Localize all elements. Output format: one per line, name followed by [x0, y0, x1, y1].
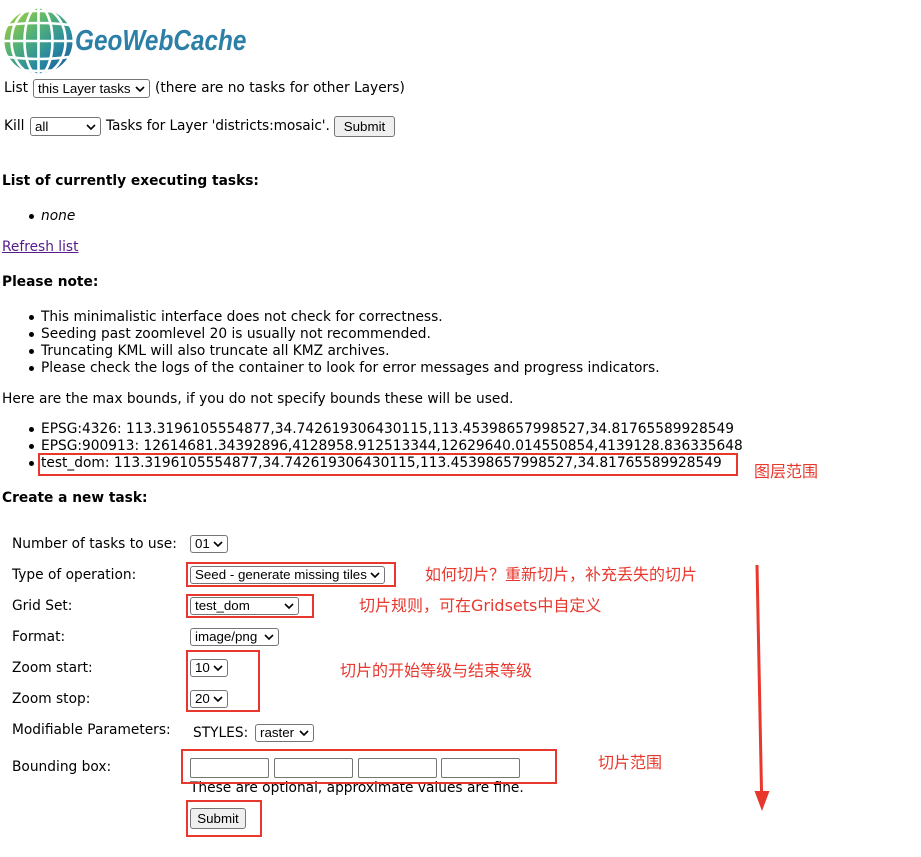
- num-tasks-label: Number of tasks to use:: [12, 535, 177, 552]
- params-label: Modifiable Parameters:: [12, 721, 171, 738]
- chevron-down-icon: [264, 634, 274, 640]
- bullet: [29, 213, 34, 219]
- list-item: EPSG:4326: 113.3196105554877,34.74261930…: [29, 420, 734, 438]
- bullet: [29, 314, 34, 320]
- list-item: Truncating KML will also truncate all KM…: [29, 342, 390, 360]
- note-text: Truncating KML will also truncate all KM…: [41, 342, 390, 359]
- logo-text: GeoWebCache: [75, 25, 247, 57]
- highlight-layer-bounds: [38, 453, 738, 476]
- format-value: image/png: [195, 629, 258, 644]
- kill-label: Kill: [4, 118, 25, 134]
- format-label: Format:: [12, 628, 66, 645]
- list-scope-select[interactable]: this Layer tasks: [33, 79, 150, 98]
- format-select[interactable]: image/png: [190, 628, 279, 646]
- globe-icon: [3, 7, 74, 75]
- styles-select[interactable]: raster: [255, 724, 314, 742]
- list-scope-select-value: this Layer tasks: [38, 81, 131, 96]
- highlight-operation: [186, 562, 396, 587]
- annotation-operation: 如何切片？重新切片，补充丢失的切片: [425, 565, 698, 584]
- highlight-zoom-levels: [186, 650, 260, 712]
- chevron-down-icon: [135, 86, 145, 92]
- note-text: This minimalistic interface does not che…: [41, 308, 443, 325]
- kill-layer-text: Tasks for Layer 'districts:mosaic'.: [106, 118, 330, 134]
- annotation-zoom-levels: 切片的开始等级与结束等级: [340, 661, 533, 680]
- note-text: Seeding past zoomlevel 20 is usually not…: [41, 325, 431, 342]
- operation-label: Type of operation:: [12, 566, 137, 583]
- styles-value: raster: [260, 725, 295, 740]
- create-task-heading: Create a new task:: [2, 489, 148, 506]
- refresh-list-link[interactable]: Refresh list: [2, 239, 79, 256]
- annotation-arrow: [754, 564, 770, 811]
- bullet: [29, 443, 34, 449]
- gridset-label: Grid Set:: [12, 597, 73, 614]
- executing-tasks-heading: List of currently executing tasks:: [2, 172, 259, 189]
- bullet: [29, 426, 34, 432]
- executing-task-none: none: [41, 207, 76, 224]
- styles-label: STYLES:: [193, 724, 249, 741]
- list-item: This minimalistic interface does not che…: [29, 308, 443, 326]
- kill-submit-button[interactable]: Submit: [334, 116, 395, 137]
- bullet: [29, 461, 34, 466]
- zoom-start-label: Zoom start:: [12, 659, 93, 676]
- list-item: Seeding past zoomlevel 20 is usually not…: [29, 325, 431, 343]
- highlight-bbox: [181, 749, 557, 784]
- note-text: Please check the logs of the container t…: [41, 359, 660, 376]
- annotation-layer-bounds: 图层范围: [754, 462, 819, 481]
- notes-heading: Please note:: [2, 273, 99, 290]
- bullet: [29, 331, 34, 337]
- chevron-down-icon: [299, 730, 309, 736]
- highlight-gridset: [186, 594, 314, 618]
- list-label: List: [4, 80, 29, 96]
- annotation-gridset: 切片规则，可在Gridsets中自定义: [359, 596, 602, 615]
- bounds-epsg4326: EPSG:4326: 113.3196105554877,34.74261930…: [41, 420, 734, 437]
- zoom-stop-label: Zoom stop:: [12, 690, 91, 707]
- chevron-down-icon: [86, 124, 96, 130]
- bullet: [29, 348, 34, 354]
- bullet: [29, 365, 34, 371]
- list-item: none: [29, 207, 76, 225]
- chevron-down-icon: [213, 541, 223, 547]
- kill-scope-select-value: all: [35, 119, 49, 134]
- num-tasks-select[interactable]: 01: [190, 535, 228, 553]
- highlight-submit: [186, 800, 262, 837]
- bounds-epsg900913: EPSG:900913: 12614681.34392896,4128958.9…: [41, 437, 743, 454]
- list-note: (there are no tasks for other Layers): [155, 80, 405, 96]
- kill-scope-select[interactable]: all: [30, 117, 101, 136]
- num-tasks-value: 01: [195, 536, 210, 551]
- annotation-bbox: 切片范围: [598, 753, 663, 772]
- bbox-label: Bounding box:: [12, 758, 112, 775]
- bounds-intro: Here are the max bounds, if you do not s…: [2, 390, 514, 407]
- list-item: Please check the logs of the container t…: [29, 359, 660, 377]
- list-item: EPSG:900913: 12614681.34392896,4128958.9…: [29, 437, 743, 455]
